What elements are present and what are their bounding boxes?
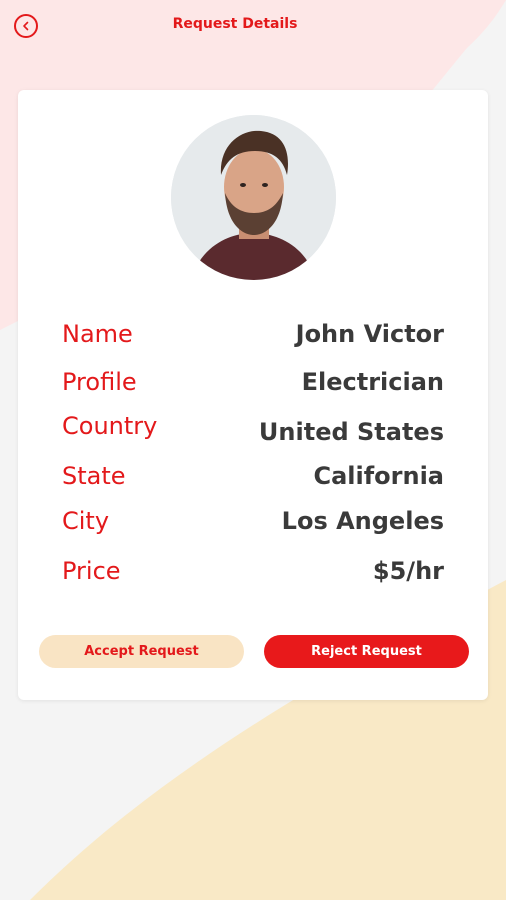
detail-row-city: City Los Angeles bbox=[62, 507, 444, 535]
price-label: Price bbox=[62, 557, 121, 585]
reject-request-button[interactable]: Reject Request bbox=[264, 635, 469, 668]
page-title: Request Details bbox=[172, 16, 298, 32]
city-value: Los Angeles bbox=[281, 507, 444, 535]
detail-row-name: Name John Victor bbox=[62, 320, 444, 348]
request-card: Name John Victor Profile Electrician Cou… bbox=[18, 90, 488, 700]
detail-row-price: Price $5/hr bbox=[62, 557, 444, 585]
country-value: United States bbox=[258, 418, 444, 446]
detail-row-country: Country United States bbox=[62, 412, 444, 446]
state-label: State bbox=[62, 462, 126, 490]
detail-row-state: State California bbox=[62, 462, 444, 490]
header: Request Details bbox=[0, 0, 506, 52]
avatar bbox=[171, 115, 336, 280]
name-value: John Victor bbox=[295, 320, 444, 348]
accept-request-button[interactable]: Accept Request bbox=[39, 635, 244, 668]
city-label: City bbox=[62, 507, 110, 535]
detail-row-profile: Profile Electrician bbox=[62, 368, 444, 396]
price-value: $5/hr bbox=[372, 557, 444, 585]
state-value: California bbox=[313, 462, 444, 490]
country-label: Country bbox=[62, 412, 158, 440]
profile-label: Profile bbox=[62, 368, 137, 396]
name-label: Name bbox=[62, 320, 133, 348]
profile-value: Electrician bbox=[301, 368, 444, 396]
user-avatar-image bbox=[171, 115, 336, 280]
